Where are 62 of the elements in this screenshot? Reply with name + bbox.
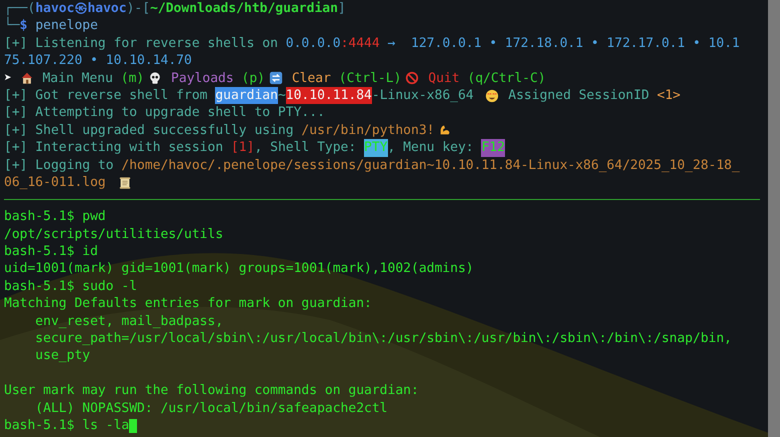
- terminal-text: [+] Got reverse shell from: [4, 86, 208, 104]
- shortcut-key: (q/Ctrl-C): [467, 70, 546, 87]
- terminal-text: [+] Attempting to upgrade shell to PTY...: [4, 104, 325, 122]
- ip-address-list: 75.107.220 • 10.10.14.70: [4, 52, 192, 70]
- terminal-text: Clear: [290, 70, 332, 87]
- terminal-output: bash-5.1$ ls -la: [4, 416, 130, 434]
- file-path: 06_16-011.log: [4, 174, 107, 192]
- scroll-icon: [118, 176, 132, 190]
- shortcut-key: (p): [242, 70, 265, 87]
- shortcut-key: (Ctrl-L): [338, 70, 402, 87]
- terminal-text: Main Menu: [41, 70, 114, 87]
- text-cursor: [129, 418, 138, 433]
- terminal-output: bash-5.1$ pwd: [4, 208, 106, 226]
- terminal-text: [+] Shell upgraded successfully using: [4, 122, 295, 140]
- prompt-frame: └─: [4, 17, 20, 35]
- command-text: penelope: [35, 17, 98, 35]
- arrow-glyph: ➤: [4, 70, 13, 87]
- terminal-text: <1>: [657, 86, 680, 104]
- ip-address-list: 0.0.0.0: [286, 34, 341, 52]
- terminal-text: [+] Listening for reverse shells on: [4, 34, 279, 52]
- quit-label: Quit: [427, 70, 461, 87]
- prompt-frame: )-[: [126, 0, 150, 18]
- prompt-frame: ]: [338, 0, 346, 18]
- terminal-output: /opt/scripts/utilities/utils: [4, 226, 224, 244]
- payloads-label: Payloads: [170, 70, 235, 87]
- session-number: [1]: [230, 139, 254, 157]
- prompt-frame: ┌──(: [4, 0, 36, 18]
- refresh-icon: [269, 71, 283, 86]
- house-icon: [20, 71, 34, 86]
- terminal-output: uid=1001(mark) gid=1001(mark) groups=1001(mark),1002(admins): [4, 260, 474, 278]
- file-path: /usr/bin/python3!: [301, 122, 434, 140]
- menu-key-highlight: F12: [481, 139, 505, 157]
- terminal-text: -Linux-x86_64: [372, 86, 475, 104]
- skull-icon: [148, 71, 162, 86]
- hostname-highlight: guardian: [215, 86, 278, 104]
- terminal-text: , Shell Type:: [254, 139, 358, 157]
- shell-type-highlight: PTY: [364, 139, 388, 157]
- flexed-arm-icon: [438, 123, 452, 138]
- prompt-user: havoc㉿havoc: [35, 0, 127, 18]
- scrollbar-thumb[interactable]: [768, 0, 780, 437]
- shortcut-key: (m): [120, 70, 144, 87]
- terminal-text: ~: [278, 86, 286, 104]
- terminal-text: [+] Logging to: [4, 156, 115, 174]
- ip-address-list: → 127.0.0.1 • 172.18.0.1 • 172.17.0.1 • 10.1: [380, 34, 740, 52]
- terminal-output: env_reset, mail_badpass,: [34, 312, 224, 330]
- file-path: /home/havoc/.penelope/sessions/guardian~10.10.11.84-Linux-x86_64/2025_10_28-18_: [121, 156, 740, 174]
- terminal-output: User mark may run the following commands on guardian:: [4, 382, 419, 400]
- terminal-text: [+] Interacting with session: [4, 139, 224, 157]
- heart-eyes-face-icon: [485, 88, 500, 103]
- terminal-output: Matching Defaults entries for mark on guardian:: [4, 295, 372, 313]
- terminal-output: secure_path=/usr/local/sbin\:/usr/local/bin\:/usr/sbin\:/usr/bin\:/sbin\:/bin\:/snap/bin,: [34, 330, 732, 348]
- terminal-output: bash-5.1$ id: [4, 243, 98, 260]
- port-number: :4444: [340, 34, 380, 52]
- terminal-text: Assigned SessionID: [507, 86, 650, 104]
- prompt-path: ~/Downloads/htb/guardian: [150, 0, 338, 18]
- terminal-text: , Menu key:: [388, 139, 475, 157]
- terminal-output: bash-5.1$ sudo -l: [4, 278, 138, 296]
- ip-address-highlight: 10.10.11.84: [286, 86, 372, 104]
- terminal-output: use_pty: [34, 347, 90, 365]
- prohibited-icon: [405, 71, 420, 86]
- terminal-output: (ALL) NOPASSWD: /usr/local/bin/safeapache2ctl: [34, 400, 388, 417]
- prompt-user: $: [20, 18, 28, 35]
